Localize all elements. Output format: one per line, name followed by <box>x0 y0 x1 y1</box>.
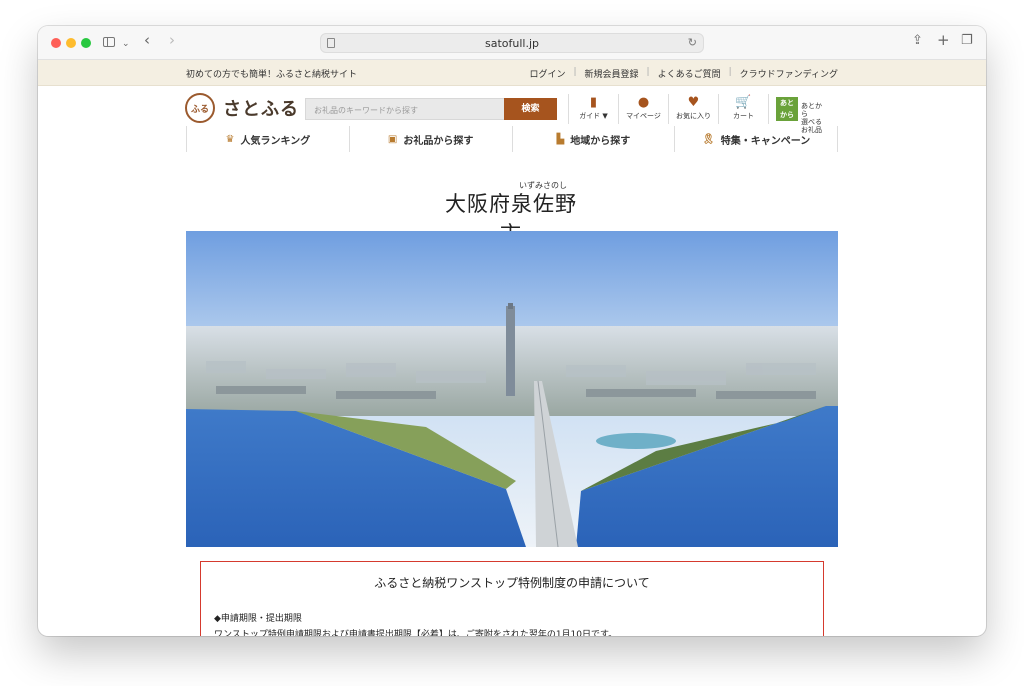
hero-image <box>186 231 838 547</box>
reload-icon[interactable]: ↻ <box>688 36 697 49</box>
browser-window: ⌄ ‹ › satofull.jp ↻ ⇪ + ❐ 初めての方でも簡単！ふるさと… <box>38 26 986 636</box>
book-icon: ▮ <box>589 95 598 110</box>
zoom-window-button[interactable] <box>81 38 91 48</box>
sidebar-toggle-icon[interactable] <box>103 37 115 47</box>
tab-overview-icon[interactable]: ❐ <box>961 33 973 49</box>
gift-icon: ▣ <box>387 133 398 145</box>
notice-box: ふるさと納税ワンストップ特例制度の申請について ◆申請期限・提出期限 ワンストッ… <box>200 561 824 636</box>
forward-icon[interactable]: › <box>169 32 175 48</box>
mypage-button[interactable]: ● マイページ <box>618 94 668 124</box>
notice-heading: ◆申請期限・提出期限 <box>214 614 302 624</box>
register-link[interactable]: 新規会員登録 <box>585 67 639 80</box>
minimize-window-button[interactable] <box>66 38 76 48</box>
nav-region[interactable]: ▙ 地域から探す <box>511 126 675 152</box>
chevron-down-icon[interactable]: ⌄ <box>122 36 130 52</box>
atokara-button[interactable]: あと から あとから 選べるお礼品 <box>768 94 828 134</box>
back-icon[interactable]: ‹ <box>144 32 150 48</box>
top-strip: 初めての方でも簡単！ふるさと納税サイト ログイン | 新規会員登録 | よくある… <box>38 60 986 86</box>
favorites-button[interactable]: ♥ お気に入り <box>668 94 718 124</box>
share-icon[interactable]: ⇪ <box>912 33 923 49</box>
notice-title: ふるさと納税ワンストップ特例制度の申請について <box>374 576 650 590</box>
nav-campaign[interactable]: 🎗 特集・キャンペーン <box>674 126 838 152</box>
logo-text: さとふる <box>223 99 299 120</box>
person-icon: ● <box>637 95 650 110</box>
header-icons: ▮ ガイド ▼ ● マイページ ♥ お気に入り 🛒 カート あと から あとから選… <box>568 94 828 134</box>
login-link[interactable]: ログイン <box>529 67 565 80</box>
top-links: ログイン | 新規会員登録 | よくあるご質問 | クラウドファンディング <box>529 67 838 80</box>
logo-mark-icon: ふる <box>185 93 215 123</box>
close-window-button[interactable] <box>51 38 61 48</box>
faq-link[interactable]: よくあるご質問 <box>658 67 721 80</box>
nav-ranking[interactable]: ♛ 人気ランキング <box>186 126 349 152</box>
search-button[interactable]: 検索 <box>504 98 557 120</box>
crowdfunding-link[interactable]: クラウドファンディング <box>740 67 838 80</box>
atokara-mark: あと から <box>776 97 798 121</box>
cart-icon: 🛒 <box>735 95 752 110</box>
nav-gifts[interactable]: ▣ お礼品から探す <box>348 126 512 152</box>
browser-toolbar: ⌄ ‹ › satofull.jp ↻ ⇪ + ❐ <box>38 26 986 60</box>
guide-button[interactable]: ▮ ガイド ▼ <box>568 94 618 124</box>
site-tagline: 初めての方でも簡単！ふるさと納税サイト <box>186 70 358 80</box>
new-tab-icon[interactable]: + <box>937 32 950 48</box>
heart-icon: ♥ <box>687 95 700 110</box>
notice-body: ワンストップ特例申請期限および申請書提出期限【必着】は、ご寄附をされた翌年の1月… <box>214 630 618 636</box>
site-logo[interactable]: ふる さとふる <box>185 93 299 123</box>
search-input[interactable]: お礼品のキーワードから探す <box>305 98 504 120</box>
url-text: satofull.jp <box>484 37 539 50</box>
main-nav: ♛ 人気ランキング ▣ お礼品から探す ▙ 地域から探す 🎗 特集・キャンペーン <box>186 126 838 152</box>
ribbon-icon: 🎗 <box>702 133 715 145</box>
cart-button[interactable]: 🛒 カート <box>718 94 768 124</box>
crown-icon: ♛ <box>225 133 235 145</box>
map-icon: ▙ <box>556 133 565 145</box>
address-bar[interactable]: satofull.jp ↻ <box>320 33 704 53</box>
